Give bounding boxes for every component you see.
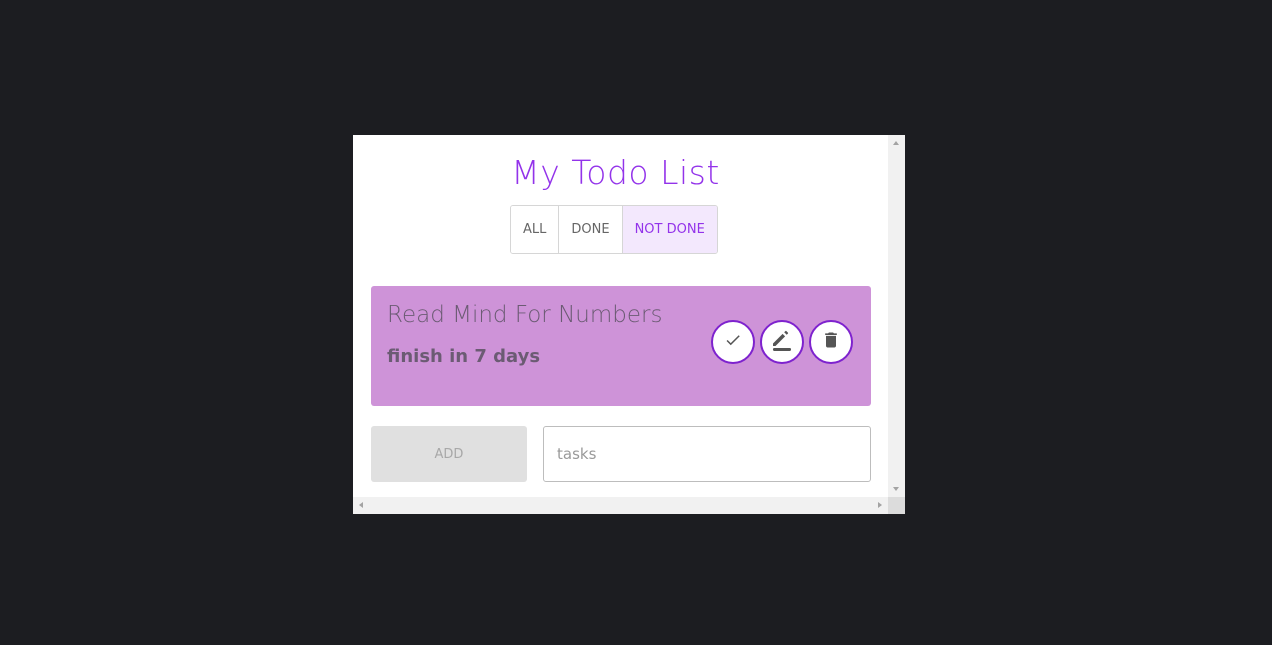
scroll-down-icon[interactable] [893,487,899,491]
todo-title: Read Mind For Numbers [387,302,663,328]
filter-all-button[interactable]: ALL [511,206,560,253]
task-input[interactable] [543,426,871,482]
edit-button[interactable] [760,320,804,364]
check-icon [724,331,742,353]
scroll-right-icon[interactable] [878,502,882,508]
trash-icon [821,330,841,354]
scroll-up-icon[interactable] [893,141,899,145]
page-title: My Todo List [511,153,720,192]
app-content: My Todo List ALL DONE NOT DONE Read Mind… [353,135,888,497]
todo-subtitle: finish in 7 days [387,346,541,367]
vertical-scrollbar[interactable] [888,135,905,497]
pencil-icon [770,328,794,356]
horizontal-scrollbar[interactable] [353,497,888,514]
filter-done-button[interactable]: DONE [559,206,623,253]
add-button[interactable]: ADD [371,426,527,482]
scrollbar-corner [888,497,905,514]
todo-actions [711,320,853,364]
app-window: My Todo List ALL DONE NOT DONE Read Mind… [353,135,905,514]
complete-button[interactable] [711,320,755,364]
delete-button[interactable] [809,320,853,364]
scroll-left-icon[interactable] [359,502,363,508]
filter-not-done-button[interactable]: NOT DONE [622,206,717,253]
filter-group: ALL DONE NOT DONE [510,205,718,254]
todo-item: Read Mind For Numbers finish in 7 days [371,286,871,406]
